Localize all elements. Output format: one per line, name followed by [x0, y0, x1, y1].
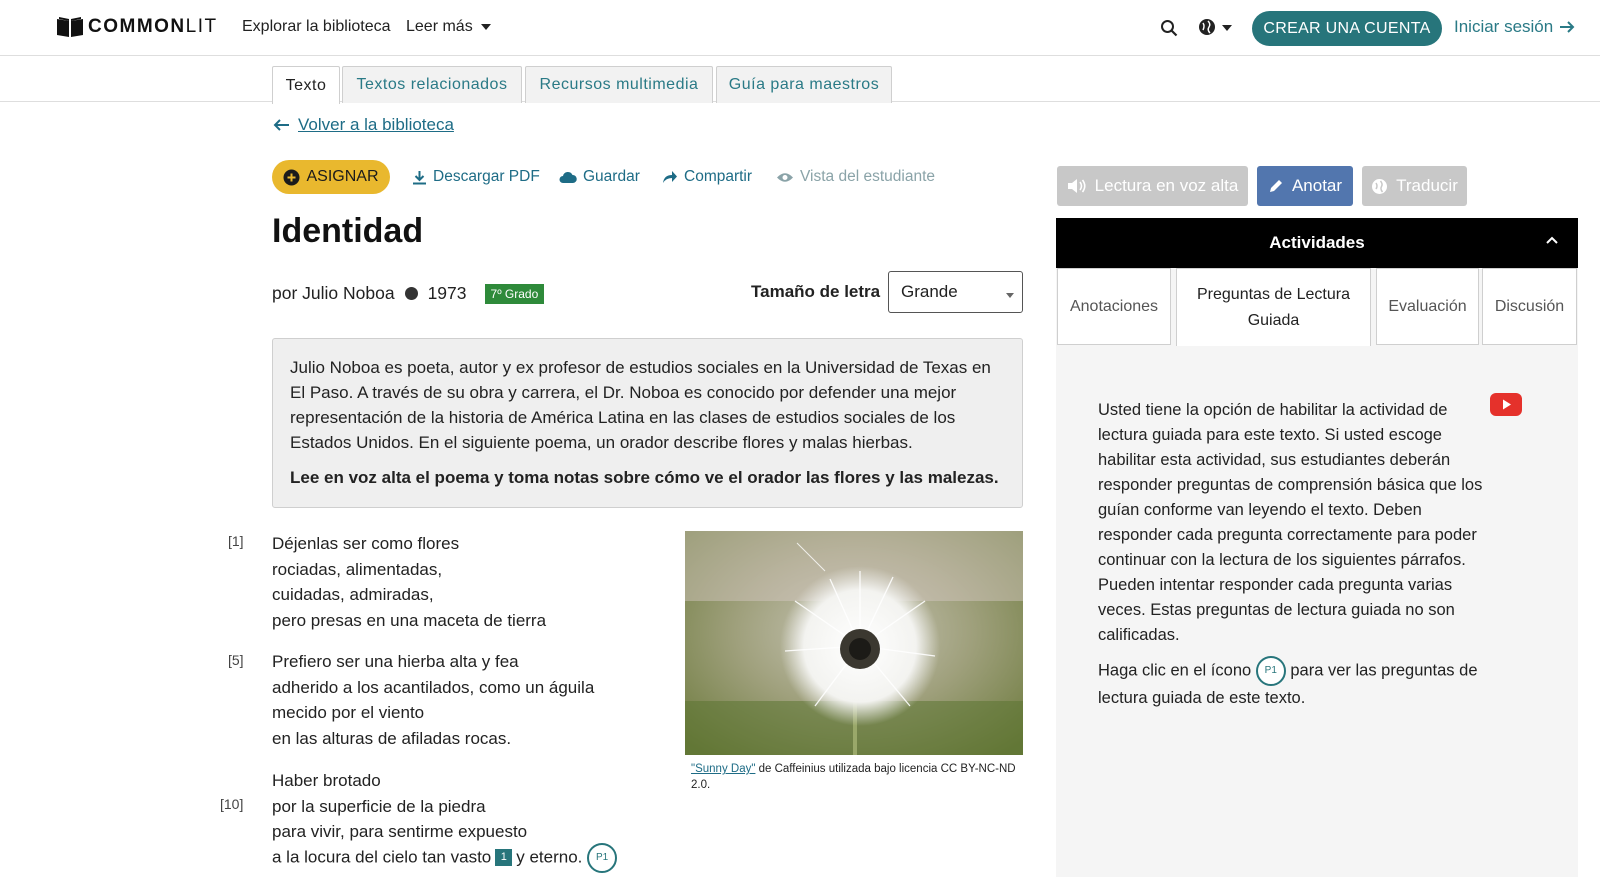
tab-related-texts[interactable]: Textos relacionados — [342, 66, 522, 103]
poem-line: Haber brotado — [272, 771, 381, 790]
back-to-library-link[interactable]: Volver a la biblioteca — [272, 115, 454, 135]
byline: por Julio Noboa 1973 7º Grado — [272, 283, 545, 304]
student-view-label: Vista del estudiante — [800, 168, 936, 185]
login-label: Iniciar sesión — [1454, 17, 1554, 36]
login-link[interactable]: Iniciar sesión — [1454, 17, 1575, 37]
grade-badge: 7º Grado — [484, 283, 545, 304]
eye-icon — [777, 172, 793, 182]
nav-read-more[interactable]: Leer más — [406, 18, 491, 36]
plus-circle-icon — [283, 169, 300, 185]
chevron-up-icon[interactable] — [1546, 234, 1558, 246]
hint-text: Haga clic en el ícono — [1098, 661, 1252, 680]
chevron-down-icon — [480, 23, 491, 30]
cloud-save-icon — [559, 171, 577, 183]
author: por Julio Noboa — [272, 283, 395, 303]
activities-title: Actividades — [1269, 233, 1365, 252]
arrow-left-icon — [273, 119, 289, 131]
poem-line: Déjenlas ser como flores — [272, 534, 460, 553]
introduction-box: Julio Noboa es poeta, autor y ex profeso… — [272, 338, 1023, 508]
poem-line: mecido por el viento — [272, 703, 425, 722]
save-label: Guardar — [583, 168, 640, 185]
tab-annotations[interactable]: Anotaciones — [1057, 268, 1171, 345]
tab-multimedia[interactable]: Recursos multimedia — [525, 66, 713, 103]
poem-line: rociadas, alimentadas, — [272, 559, 443, 579]
save-button[interactable]: Guardar — [559, 168, 640, 186]
book-logo-icon — [57, 17, 83, 37]
student-view-button[interactable]: Vista del estudiante — [776, 168, 935, 186]
poem-line: por la superficie de la piedra — [272, 796, 486, 816]
arrow-right-icon — [1560, 21, 1575, 33]
font-size-label: Tamaño de letra — [751, 282, 881, 301]
line-number: [1] — [228, 533, 244, 549]
intro-text: Julio Noboa es poeta, autor y ex profeso… — [290, 358, 991, 452]
tab-teacher-guide[interactable]: Guía para maestros — [716, 66, 892, 103]
translate-button[interactable]: Traducir — [1362, 166, 1467, 206]
tab-assessment[interactable]: Evaluación — [1376, 268, 1479, 345]
annotate-label: Anotar — [1291, 176, 1343, 195]
poem-line: pero presas en una maceta de tierra — [272, 610, 547, 630]
globe-translate-icon — [1372, 178, 1388, 194]
download-label: Descargar PDF — [433, 168, 540, 185]
guided-question-badge: P1 — [1255, 656, 1286, 686]
share-button[interactable]: Compartir — [662, 168, 752, 186]
activities-header[interactable]: Actividades — [1056, 218, 1578, 268]
poem-stanza-1[interactable]: Déjenlas ser como flores rociadas, alime… — [272, 531, 546, 633]
download-pdf-button[interactable]: Descargar PDF — [412, 168, 540, 186]
line-number: [5] — [228, 652, 244, 668]
poem-line-text: y eterno. — [516, 846, 583, 866]
read-aloud-button[interactable]: Lectura en voz alta — [1057, 166, 1248, 206]
text-tabs: Texto Textos relacionados Recursos multi… — [0, 56, 1600, 104]
read-aloud-label: Lectura en voz alta — [1094, 176, 1239, 195]
line-number: [10] — [220, 796, 244, 812]
assign-button[interactable]: ASIGNAR — [272, 160, 390, 194]
poem-stanza-3[interactable]: Haber brotado por la superficie de la pi… — [272, 768, 618, 873]
download-icon — [413, 170, 426, 184]
nav-explore-library[interactable]: Explorar la biblioteca — [242, 18, 391, 36]
font-size-select[interactable]: Grande — [888, 271, 1023, 313]
back-link-label: Volver a la biblioteca — [298, 115, 454, 134]
share-icon — [663, 171, 677, 183]
poem-line: en las alturas de afiladas rocas. — [272, 728, 512, 748]
poem-line-text: a la locura del cielo tan vasto — [272, 846, 492, 866]
poem-line: Prefiero ser una hierba alta y fea — [272, 652, 519, 671]
dandelion-image — [685, 531, 1023, 755]
image-caption: "Sunny Day" de Caffeinius utilizada bajo… — [691, 761, 1016, 793]
poem-line: a la locura del cielo tan vasto 1 y eterno… — [272, 842, 618, 873]
logo-text: COMMONLIT — [88, 16, 218, 37]
poem-stanza-2[interactable]: Prefiero ser una hierba alta y fea adher… — [272, 649, 594, 751]
annotate-button[interactable]: Anotar — [1257, 166, 1353, 206]
commonlit-logo[interactable]: COMMONLIT — [56, 16, 218, 38]
guided-question-badge[interactable]: P1 — [587, 842, 618, 873]
intro-instruction: Lee en voz alta el poema y toma notas so… — [290, 468, 999, 487]
poem-line: adherido a los acantilados, como un águi… — [272, 677, 595, 697]
globe-icon[interactable] — [1198, 18, 1216, 36]
search-icon[interactable] — [1160, 19, 1178, 37]
tab-discussion[interactable]: Discusión — [1482, 268, 1577, 345]
font-size-value: Grande — [901, 282, 958, 301]
speaker-icon — [1067, 179, 1086, 193]
select-caret-icon — [1006, 293, 1014, 298]
text-title: Identidad — [272, 212, 424, 250]
assign-label: ASIGNAR — [306, 168, 379, 185]
dandelion-photo — [685, 531, 1023, 755]
year: 1973 — [427, 283, 467, 303]
guided-reading-hint: Haga clic en el ícono P1 para ver las pr… — [1098, 656, 1528, 711]
tab-text[interactable]: Texto — [272, 66, 340, 104]
caption-link[interactable]: "Sunny Day" — [691, 763, 755, 775]
poem-line: para vivir, para sentirme expuesto — [272, 822, 528, 841]
tab-guided-reading[interactable]: Preguntas de Lectura Guiada — [1176, 268, 1371, 346]
guided-reading-body: Usted tiene la opción de habilitar la ac… — [1098, 401, 1483, 644]
create-account-button[interactable]: CREAR UNA CUENTA — [1252, 11, 1442, 46]
translate-label: Traducir — [1396, 176, 1458, 195]
top-navbar: COMMONLIT Explorar la biblioteca Leer má… — [0, 0, 1600, 56]
pen-icon — [1269, 180, 1282, 192]
share-label: Compartir — [684, 168, 753, 185]
footnote-marker[interactable]: 1 — [495, 849, 513, 866]
poem-line: cuidadas, admiradas, — [272, 585, 434, 604]
guided-reading-description: Usted tiene la opción de habilitar la ac… — [1098, 398, 1528, 711]
separator-dot — [404, 287, 418, 300]
language-caret-icon[interactable] — [1222, 25, 1232, 31]
